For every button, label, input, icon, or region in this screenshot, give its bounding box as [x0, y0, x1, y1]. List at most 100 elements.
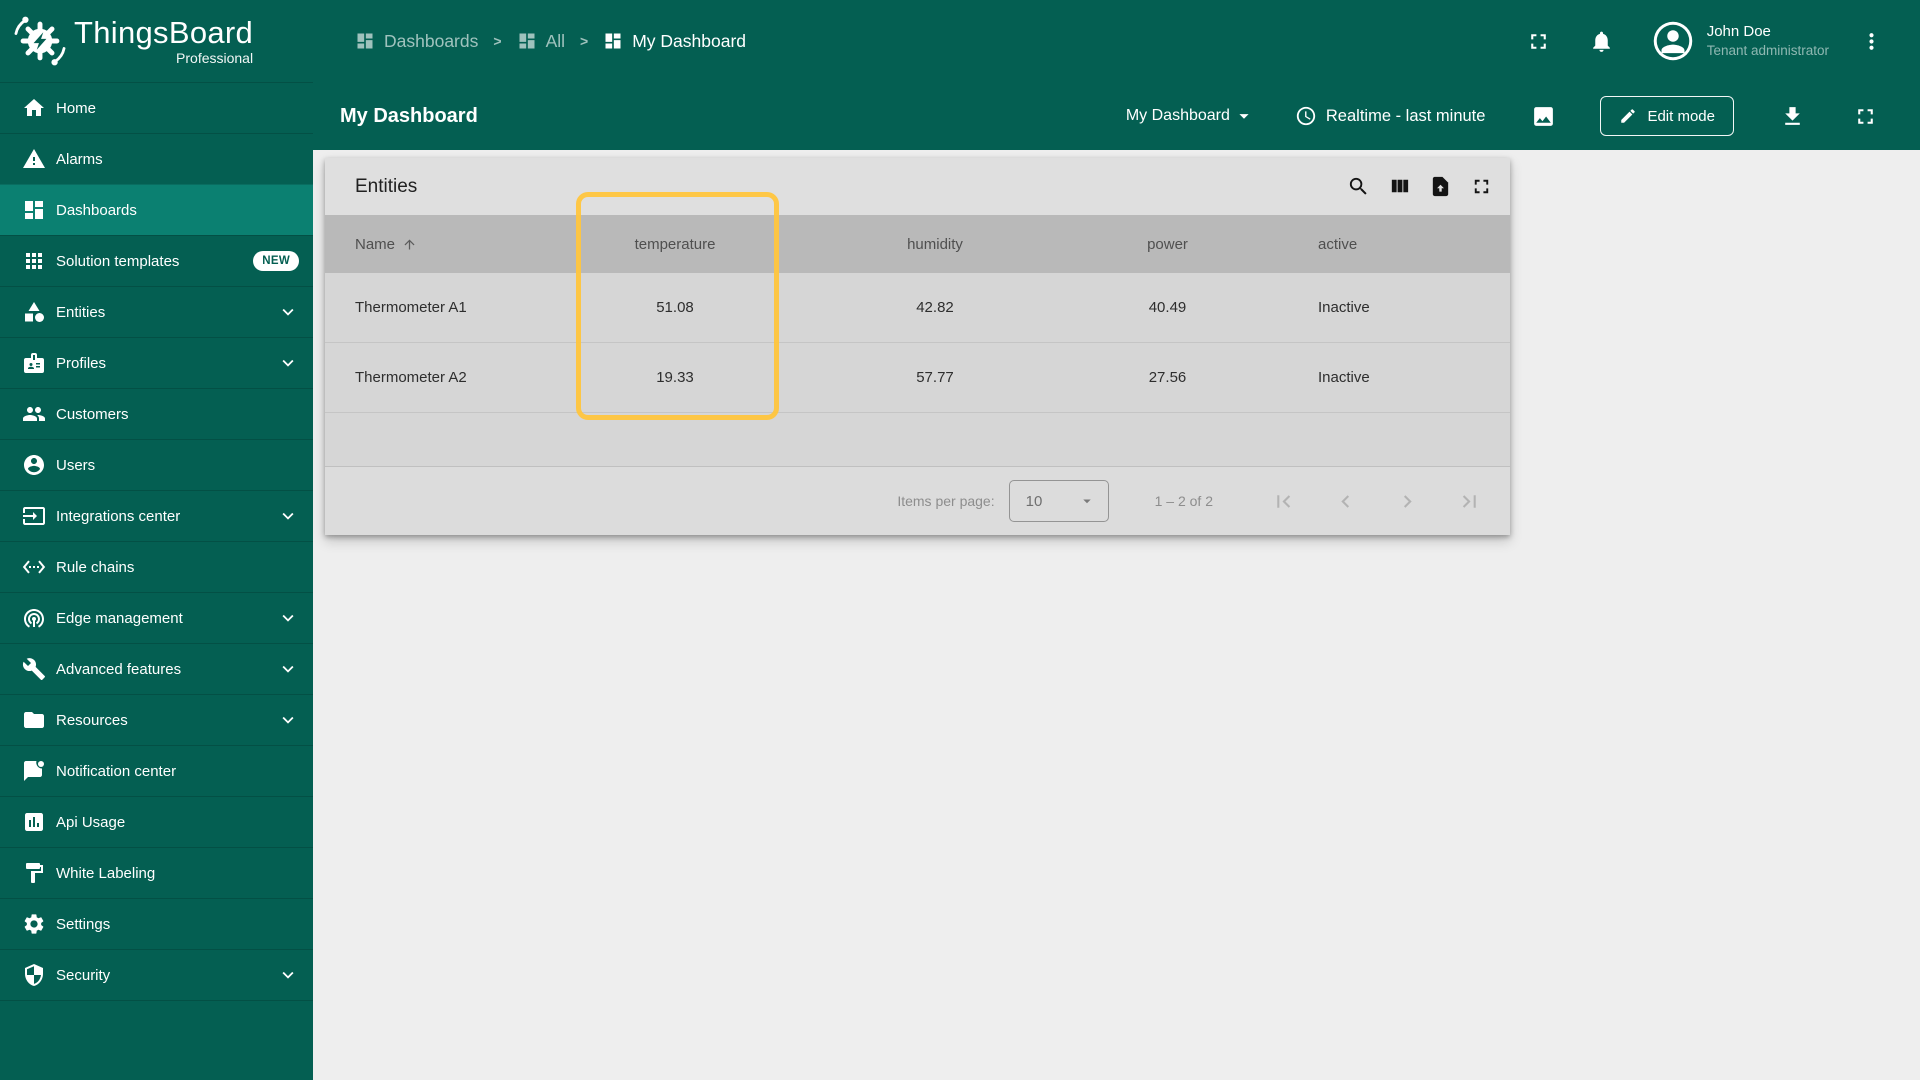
- cell-humidity: 57.77: [790, 369, 1080, 386]
- clock-icon: [1295, 105, 1317, 127]
- widget-columns-button[interactable]: [1388, 175, 1411, 198]
- chevron-down-icon: [277, 301, 299, 323]
- sidebar-item-notification-center[interactable]: Notification center: [0, 745, 313, 796]
- expand-button[interactable]: [1853, 104, 1878, 129]
- table-row[interactable]: Thermometer A1 51.08 42.82 40.49 Inactiv…: [325, 273, 1510, 343]
- widget-search-button[interactable]: [1347, 175, 1370, 198]
- sidebar-item-edge-management[interactable]: Edge management: [0, 592, 313, 643]
- download-icon: [1780, 104, 1805, 129]
- sidebar-item-profiles[interactable]: Profiles: [0, 337, 313, 388]
- breadcrumb-separator: >: [580, 33, 588, 49]
- header-actions: John Doe Tenant administrator: [1526, 20, 1884, 62]
- fullscreen-button[interactable]: [1526, 29, 1551, 54]
- chevron-down-icon: [277, 964, 299, 986]
- breadcrumb-item-all[interactable]: All: [517, 31, 565, 52]
- widget-export-button[interactable]: [1429, 175, 1452, 198]
- column-header-humidity[interactable]: humidity: [790, 236, 1080, 253]
- sidebar-item-label: Users: [56, 457, 299, 474]
- sidebar-item-label: Integrations center: [56, 508, 277, 525]
- cell-temperature: 19.33: [560, 369, 790, 386]
- account-circle-icon: [22, 453, 46, 477]
- cell-temperature: 51.08: [560, 299, 790, 316]
- search-icon: [1347, 175, 1370, 198]
- column-header-active[interactable]: active: [1255, 236, 1510, 253]
- chevron-down-icon: [277, 352, 299, 374]
- fullscreen-icon: [1526, 29, 1551, 54]
- breadcrumb-item-dashboards[interactable]: Dashboards: [355, 31, 478, 52]
- home-icon: [22, 96, 46, 120]
- sort-asc-icon: [402, 237, 417, 252]
- sidebar-item-entities[interactable]: Entities: [0, 286, 313, 337]
- sidebar-item-rule-chains[interactable]: Rule chains: [0, 541, 313, 592]
- dashboard-icon: [355, 31, 375, 51]
- sidebar-item-label: Dashboards: [56, 202, 299, 219]
- more-menu-button[interactable]: [1859, 29, 1884, 54]
- sidebar-item-label: Home: [56, 100, 299, 117]
- pager-buttons: [1271, 489, 1482, 514]
- wifi-tethering-icon: [22, 606, 46, 630]
- sidebar-item-white-labeling[interactable]: White Labeling: [0, 847, 313, 898]
- breadcrumb-separator: >: [493, 33, 501, 49]
- notifications-button[interactable]: [1589, 29, 1614, 54]
- sidebar-item-label: Alarms: [56, 151, 299, 168]
- widget-header: Entities: [325, 158, 1510, 215]
- pager-last-page-button[interactable]: [1457, 489, 1482, 514]
- sidebar-item-label: Notification center: [56, 763, 299, 780]
- sidebar-item-users[interactable]: Users: [0, 439, 313, 490]
- input-icon: [22, 504, 46, 528]
- sidebar-item-security[interactable]: Security: [0, 949, 313, 1000]
- chevron-down-icon: [277, 607, 299, 629]
- folder-icon: [22, 708, 46, 732]
- build-icon: [22, 657, 46, 681]
- badge-icon: [22, 351, 46, 375]
- sidebar-item-customers[interactable]: Customers: [0, 388, 313, 439]
- breadcrumb: Dashboards > All > My Dashboard: [355, 31, 746, 52]
- user-avatar[interactable]: [1652, 20, 1694, 62]
- column-header-power[interactable]: power: [1080, 236, 1255, 253]
- sidebar-item-dashboards[interactable]: Dashboards: [0, 184, 313, 235]
- first-page-icon: [1271, 489, 1296, 514]
- sidebar-item-settings[interactable]: Settings: [0, 898, 313, 949]
- sidebar-item-label: Settings: [56, 916, 299, 933]
- sidebar-item-integrations-center[interactable]: Integrations center: [0, 490, 313, 541]
- sidebar-item-advanced-features[interactable]: Advanced features: [0, 643, 313, 694]
- image-icon: [1531, 104, 1556, 129]
- edit-mode-button[interactable]: Edit mode: [1600, 96, 1734, 136]
- dashboard-icon: [517, 31, 537, 51]
- category-icon: [22, 300, 46, 324]
- thingsboard-logo-icon: [12, 13, 68, 69]
- sidebar-item-solution-templates[interactable]: Solution templatesNEW: [0, 235, 313, 286]
- sidebar-item-label: Customers: [56, 406, 299, 423]
- pager-first-page-button[interactable]: [1271, 489, 1296, 514]
- dashboard-content: Entities Name temperature humidity power…: [313, 150, 1920, 1080]
- sidebar-item-alarms[interactable]: Alarms: [0, 133, 313, 184]
- items-per-page-label: Items per page:: [897, 493, 994, 509]
- sidebar-item-api-usage[interactable]: Api Usage: [0, 796, 313, 847]
- pager-chevron-left-button[interactable]: [1333, 489, 1358, 514]
- user-info[interactable]: John Doe Tenant administrator: [1707, 22, 1829, 59]
- cell-active: Inactive: [1255, 369, 1510, 386]
- column-header-name[interactable]: Name: [325, 236, 560, 253]
- dashboard-icon: [603, 31, 623, 51]
- sidebar-item-label: Advanced features: [56, 661, 277, 678]
- widget-fullscreen-button[interactable]: [1470, 175, 1493, 198]
- table-row[interactable]: Thermometer A2 19.33 57.77 27.56 Inactiv…: [325, 343, 1510, 413]
- timewindow-button[interactable]: Realtime - last minute: [1295, 105, 1486, 127]
- apps-icon: [22, 249, 46, 273]
- file-export-icon: [1429, 175, 1452, 198]
- column-header-temperature[interactable]: temperature: [560, 236, 790, 253]
- download-button[interactable]: [1780, 104, 1805, 129]
- dashboard-toolbar: My Dashboard My Dashboard Realtime - las…: [313, 82, 1920, 150]
- sidebar: ThingsBoard Professional Home Alarms Dashb…: [0, 0, 313, 1080]
- dashboard-select[interactable]: My Dashboard: [1126, 105, 1255, 127]
- pager-chevron-right-button[interactable]: [1395, 489, 1420, 514]
- more-vert-icon: [1859, 29, 1884, 54]
- sidebar-item-home[interactable]: Home: [0, 82, 313, 133]
- dashboard-image-button[interactable]: [1531, 104, 1556, 129]
- breadcrumb-item-my-dashboard[interactable]: My Dashboard: [603, 31, 746, 52]
- brand-edition: Professional: [176, 51, 253, 65]
- sidebar-item-resources[interactable]: Resources: [0, 694, 313, 745]
- items-per-page-select[interactable]: 10: [1009, 480, 1109, 522]
- view-column-icon: [1388, 175, 1411, 198]
- brand-logo[interactable]: ThingsBoard Professional: [0, 0, 313, 82]
